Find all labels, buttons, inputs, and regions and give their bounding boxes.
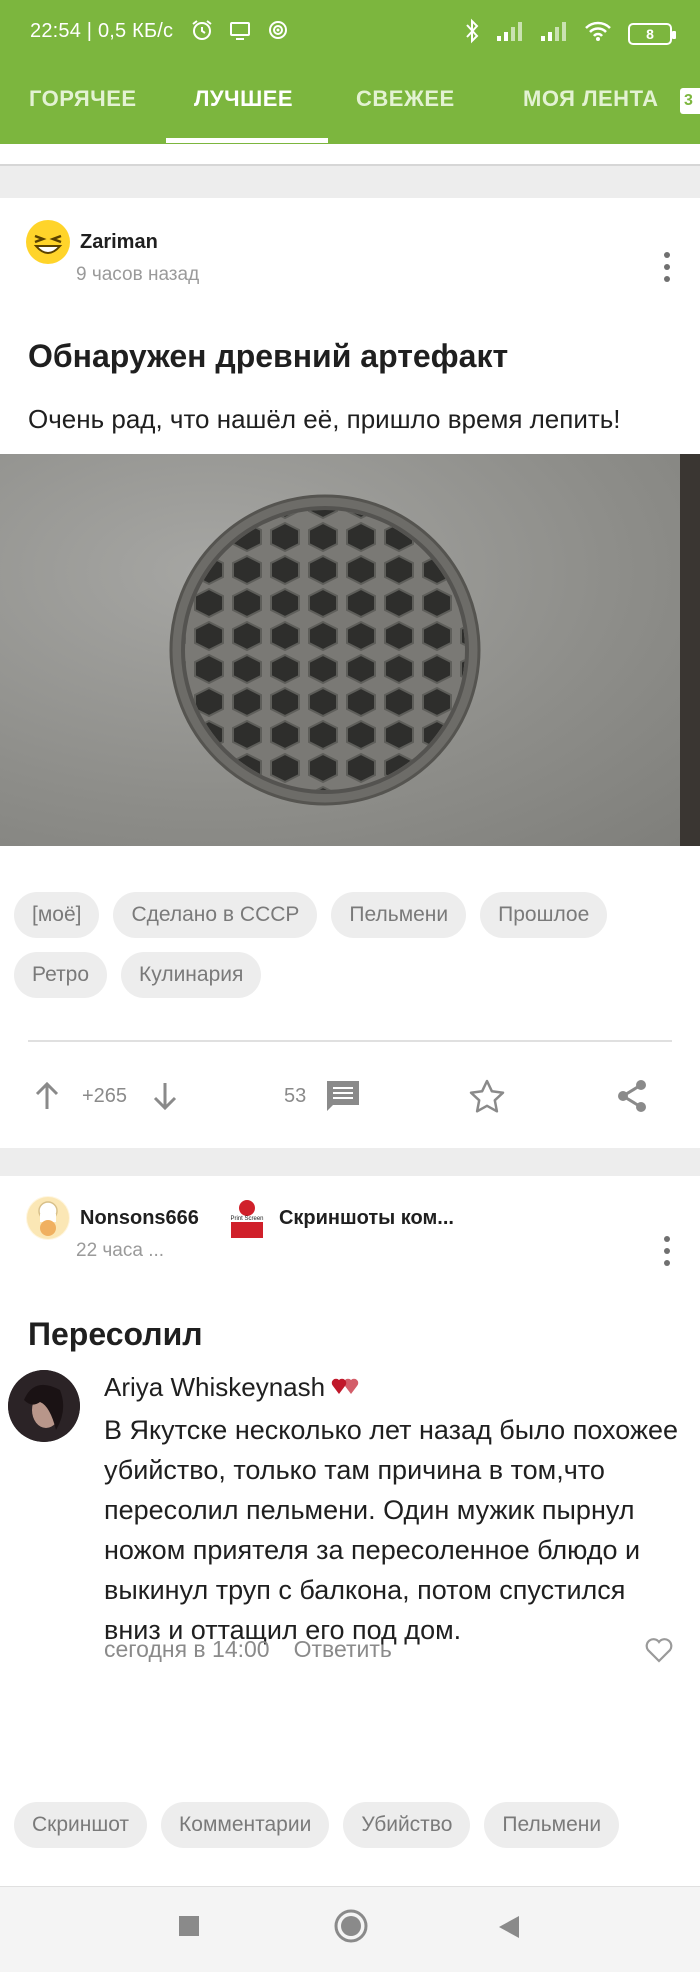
wifi-icon [584,20,612,48]
chef-avatar-icon [27,1197,69,1239]
commenter-avatar [8,1370,80,1442]
hearts-icon [331,1372,361,1403]
author-avatar[interactable] [26,1196,70,1240]
share-icon[interactable] [614,1066,650,1126]
comment-time: сегодня в 14:00 [104,1636,270,1662]
tag-chip[interactable]: Ретро [14,952,108,998]
tag-chip[interactable]: Пельмени [484,1802,620,1848]
community-name[interactable]: Скриншоты ком... [279,1207,454,1230]
tag-chip[interactable]: Прошлое [480,892,608,938]
back-button[interactable] [498,1915,520,1944]
tab-best[interactable]: ЛУЧШЕЕ [194,86,293,112]
divider [28,1040,672,1042]
battery-level: 8 [646,26,654,42]
comment-icon[interactable] [324,1066,362,1126]
status-bar: 22:54 | 0,5 КБ/с 8 [0,0,700,64]
author-name[interactable]: Zariman [80,231,158,254]
signal-icon-2 [540,20,568,48]
screenshot-comment[interactable]: Ariya Whiskeynash В Якутске несколько ле… [0,1346,700,1746]
heart-outline-icon [644,1636,674,1669]
pelmeni-maker-image [169,454,700,846]
focus-icon [266,18,290,48]
active-tab-indicator [166,138,328,143]
post-actions: +265 53 [0,1066,700,1126]
tab-hot[interactable]: ГОРЯЧЕЕ [29,86,137,112]
recents-button[interactable] [178,1915,200,1942]
tag-chip[interactable]: Комментарии [161,1802,330,1848]
author-avatar[interactable] [26,220,70,264]
save-star-icon[interactable] [468,1066,506,1126]
rating-value: +265 [82,1084,128,1107]
tag-chip[interactable]: Убийство [343,1802,471,1848]
more-options-icon[interactable] [664,1236,670,1266]
tag-chip[interactable]: Пельмени [331,892,467,938]
post-time: 9 часов назад [76,264,200,285]
upvote-icon[interactable] [34,1066,60,1126]
feed-tabs: ГОРЯЧЕЕ ЛУЧШЕЕ СВЕЖЕЕ МОЯ ЛЕНТА [0,64,700,144]
community-logo-icon: Print Screen [224,1196,269,1240]
home-button[interactable] [334,1909,368,1948]
tab-count-badge: 3 [680,88,700,114]
cast-icon [228,18,252,48]
battery-icon: 8 [628,23,676,45]
feed-top-strip [0,144,700,166]
commenter-photo [8,1370,80,1442]
tag-chip[interactable]: Сделано в СССР [113,892,318,938]
post-text: Очень рад, что нашёл её, пришло время ле… [28,404,621,434]
author-name[interactable]: Nonsons666 [80,1207,199,1230]
commenter-name: Ariya Whiskeynash [104,1372,326,1402]
post-card: Nonsons666 Print Screen Скриншоты ком...… [0,1176,700,1886]
post-card: Zariman 9 часов назад Обнаружен древний … [0,198,700,1148]
more-options-icon[interactable] [664,252,670,282]
tab-fresh[interactable]: СВЕЖЕЕ [356,86,455,112]
bluetooth-icon [464,18,480,50]
post-tags: Скриншот Комментарии Убийство Пельмени [14,1802,674,1848]
community-avatar-text: Print Screen [230,1216,263,1222]
tab-my-feed[interactable]: МОЯ ЛЕНТА [523,86,659,112]
tag-chip[interactable]: Кулинария [121,952,262,998]
post-tags: [моё] Сделано в СССР Пельмени Прошлое Ре… [14,892,674,998]
alarm-icon [190,18,214,48]
reply-link: Ответить [293,1636,392,1662]
comments-count[interactable]: 53 [284,1066,306,1126]
post-image[interactable] [0,454,700,846]
comment-text: В Якутске несколько лет назад было похож… [104,1415,679,1645]
signal-icon [496,20,524,48]
laughing-face-icon [27,221,69,263]
post-time: 22 часа ... [76,1240,165,1261]
community-avatar[interactable]: Print Screen [224,1196,269,1240]
downvote-icon[interactable] [152,1066,178,1126]
tag-chip[interactable]: [моё] [14,892,100,938]
system-nav-bar [0,1886,700,1972]
post-title[interactable]: Обнаружен древний артефакт [28,338,508,375]
status-time: 22:54 | 0,5 КБ/с [30,20,174,42]
tag-chip[interactable]: Скриншот [14,1802,148,1848]
